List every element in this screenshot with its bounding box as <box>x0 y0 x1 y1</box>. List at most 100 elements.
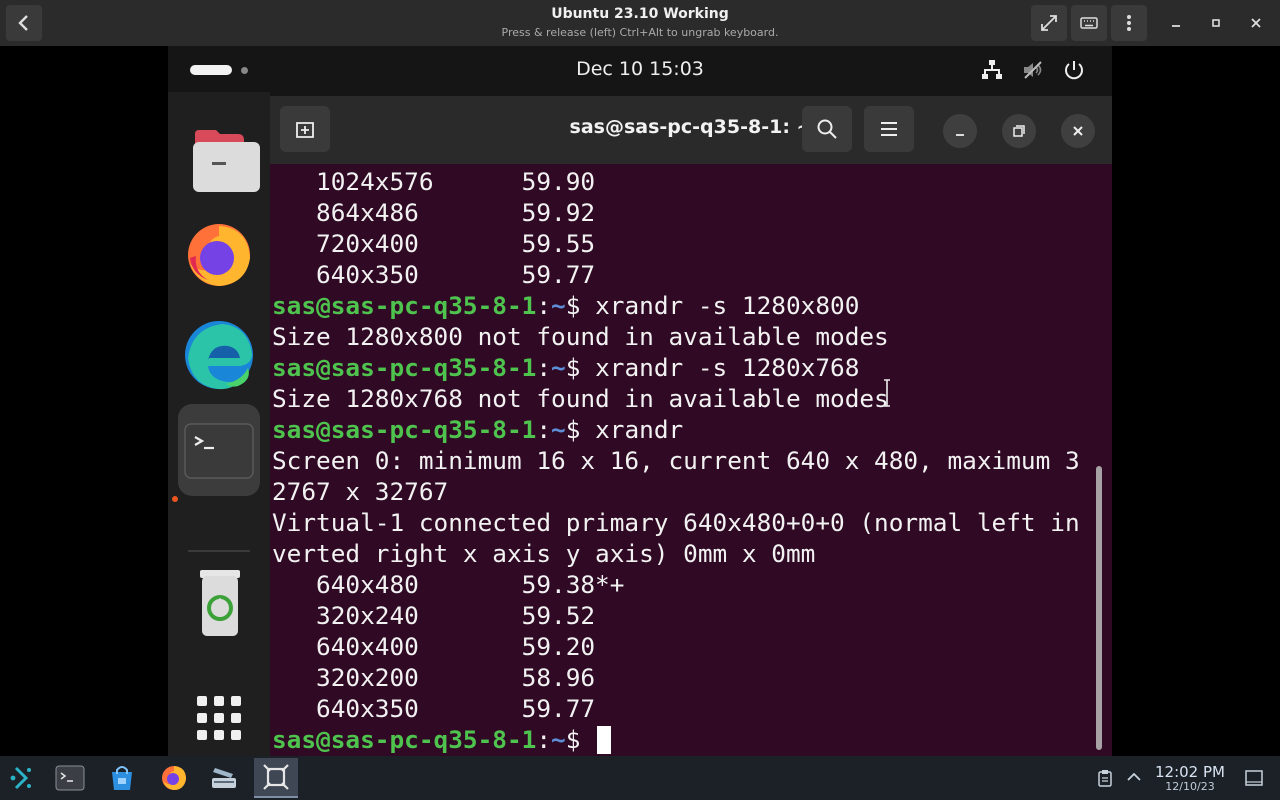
viewer-title-bar: Ubuntu 23.10 Working Press & release (le… <box>0 0 1280 46</box>
terminal-output-line: 320x240 59.52 <box>272 601 596 630</box>
close-icon <box>1073 126 1083 136</box>
terminal-output-line: 1024x576 59.90 <box>272 167 596 196</box>
prompt-path: ~ <box>551 415 566 444</box>
dock-terminal[interactable] <box>178 404 260 496</box>
prompt-user: sas@sas-pc-q35-8-1 <box>272 353 537 382</box>
terminal-scrollbar[interactable] <box>1096 466 1102 750</box>
virtual-machine-icon <box>263 764 289 790</box>
volume-muted-icon[interactable] <box>1021 58 1045 82</box>
application-launcher[interactable] <box>0 758 44 798</box>
terminal-output-line: Size 1280x800 not found in available mod… <box>272 322 889 351</box>
viewer-minimize-button[interactable] <box>1165 12 1187 34</box>
command-text: xrandr -s 1280x768 <box>595 353 860 382</box>
chevron-up-icon[interactable] <box>1127 772 1141 782</box>
scanner-icon <box>212 768 236 788</box>
prompt-dollar: $ <box>565 291 596 320</box>
ubuntu-dock <box>168 92 270 756</box>
terminal-header-bar: sas@sas-pc-q35-8-1: ~ <box>270 96 1112 164</box>
prompt-dollar: $ <box>565 725 596 754</box>
taskbar-firefox[interactable] <box>152 758 196 798</box>
firefox-icon <box>188 224 250 286</box>
fullscreen-icon <box>1041 15 1057 31</box>
prompt-separator: : <box>536 725 552 754</box>
taskbar-time[interactable]: 12:02 PM <box>1140 763 1240 781</box>
prompt-dollar: $ <box>565 353 596 382</box>
viewer-close-button[interactable] <box>1245 12 1267 34</box>
keyboard-icon <box>1080 17 1098 29</box>
terminal-search-button[interactable] <box>802 106 852 152</box>
fullscreen-button[interactable] <box>1031 5 1067 41</box>
network-icon[interactable] <box>980 58 1004 82</box>
terminal-window: sas@sas-pc-q35-8-1: ~ 1024x576 59.90 864… <box>270 96 1112 756</box>
terminal-title: sas@sas-pc-q35-8-1: ~ <box>569 116 813 138</box>
minimize-icon <box>1172 25 1180 27</box>
viewer-menu-button[interactable] <box>1111 5 1147 41</box>
taskbar-store[interactable] <box>100 758 144 798</box>
terminal-running-indicator <box>172 496 178 502</box>
command-text: xrandr -s 1280x800 <box>595 291 860 320</box>
keyboard-button[interactable] <box>1071 5 1107 41</box>
store-icon <box>112 766 132 790</box>
files-icon <box>193 130 260 192</box>
prompt-user: sas@sas-pc-q35-8-1 <box>272 725 537 754</box>
dock-trash[interactable] <box>178 562 260 644</box>
prompt-dollar: $ <box>565 415 596 444</box>
terminal-output-line: 864x486 59.92 <box>272 198 596 227</box>
terminal-output-line: 640x350 59.77 <box>272 260 596 289</box>
show-desktop-icon[interactable] <box>1245 770 1263 786</box>
terminal-output-line: 2767 x 32767 <box>272 477 449 506</box>
edge-icon <box>185 321 253 390</box>
prompt-path: ~ <box>551 725 566 754</box>
dock-files[interactable] <box>178 114 260 196</box>
taskbar-virtual-machine[interactable] <box>254 758 298 798</box>
terminal-command-line: sas@sas-pc-q35-8-1:~$ xrandr -s 1280x800 <box>272 290 1102 321</box>
host-taskbar: 12:02 PM 12/10/23 <box>0 756 1280 800</box>
terminal-close-button[interactable] <box>1061 114 1095 148</box>
hamburger-menu-icon <box>881 122 897 136</box>
show-applications-button[interactable] <box>178 677 260 756</box>
taskbar-date[interactable]: 12/10/23 <box>1140 780 1240 793</box>
app-launcher-icon <box>10 766 31 790</box>
prompt-user: sas@sas-pc-q35-8-1 <box>272 415 537 444</box>
terminal-output[interactable]: 1024x576 59.90 864x486 59.92 720x400 59.… <box>272 166 1102 756</box>
terminal-menu-button[interactable] <box>864 106 914 152</box>
gnome-top-bar: Dec 10 15:03 <box>168 46 1112 92</box>
terminal-output-line: 320x200 58.96 <box>272 663 596 692</box>
firefox-icon <box>162 766 186 790</box>
text-cursor-icon <box>884 379 890 407</box>
terminal-output-line: 720x400 59.55 <box>272 229 596 258</box>
restore-icon <box>1013 125 1025 137</box>
terminal-minimize-button[interactable] <box>943 114 977 148</box>
maximize-icon <box>1212 19 1220 27</box>
power-icon[interactable] <box>1062 58 1086 82</box>
dock-firefox[interactable] <box>178 214 260 296</box>
terminal-output-line: Screen 0: minimum 16 x 16, current 640 x… <box>272 446 1080 475</box>
prompt-path: ~ <box>551 353 566 382</box>
gnome-clock[interactable]: Dec 10 15:03 <box>168 58 1112 80</box>
prompt-path: ~ <box>551 291 566 320</box>
viewer-maximize-button[interactable] <box>1205 12 1227 34</box>
guest-screen: Dec 10 15:03 sas@sas-pc-q35-8-1: ~ 1024x… <box>168 46 1112 756</box>
trash-icon <box>200 570 240 636</box>
prompt-separator: : <box>536 353 552 382</box>
terminal-icon <box>184 423 254 479</box>
clipboard-icon[interactable] <box>1097 769 1113 787</box>
terminal-output-line: 640x350 59.77 <box>272 694 596 723</box>
dock-edge[interactable] <box>178 314 260 396</box>
kebab-menu-icon <box>1127 15 1131 31</box>
terminal-output-line: Virtual-1 connected primary 640x480+0+0 … <box>272 508 1080 537</box>
prompt-separator: : <box>536 291 552 320</box>
taskbar-terminal[interactable] <box>48 758 92 798</box>
terminal-restore-button[interactable] <box>1002 114 1036 148</box>
terminal-output-line: 640x480 59.38*+ <box>272 570 625 599</box>
prompt-separator: : <box>536 415 552 444</box>
taskbar-scanner[interactable] <box>202 758 246 798</box>
prompt-user: sas@sas-pc-q35-8-1 <box>272 291 537 320</box>
terminal-app-icon <box>55 765 85 791</box>
terminal-output-line: 640x400 59.20 <box>272 632 596 661</box>
search-icon <box>817 119 837 139</box>
close-icon <box>1251 18 1261 28</box>
terminal-command-line: sas@sas-pc-q35-8-1:~$ <box>272 724 1102 755</box>
terminal-output-line: Size 1280x768 not found in available mod… <box>272 384 889 413</box>
terminal-cursor <box>597 726 612 754</box>
